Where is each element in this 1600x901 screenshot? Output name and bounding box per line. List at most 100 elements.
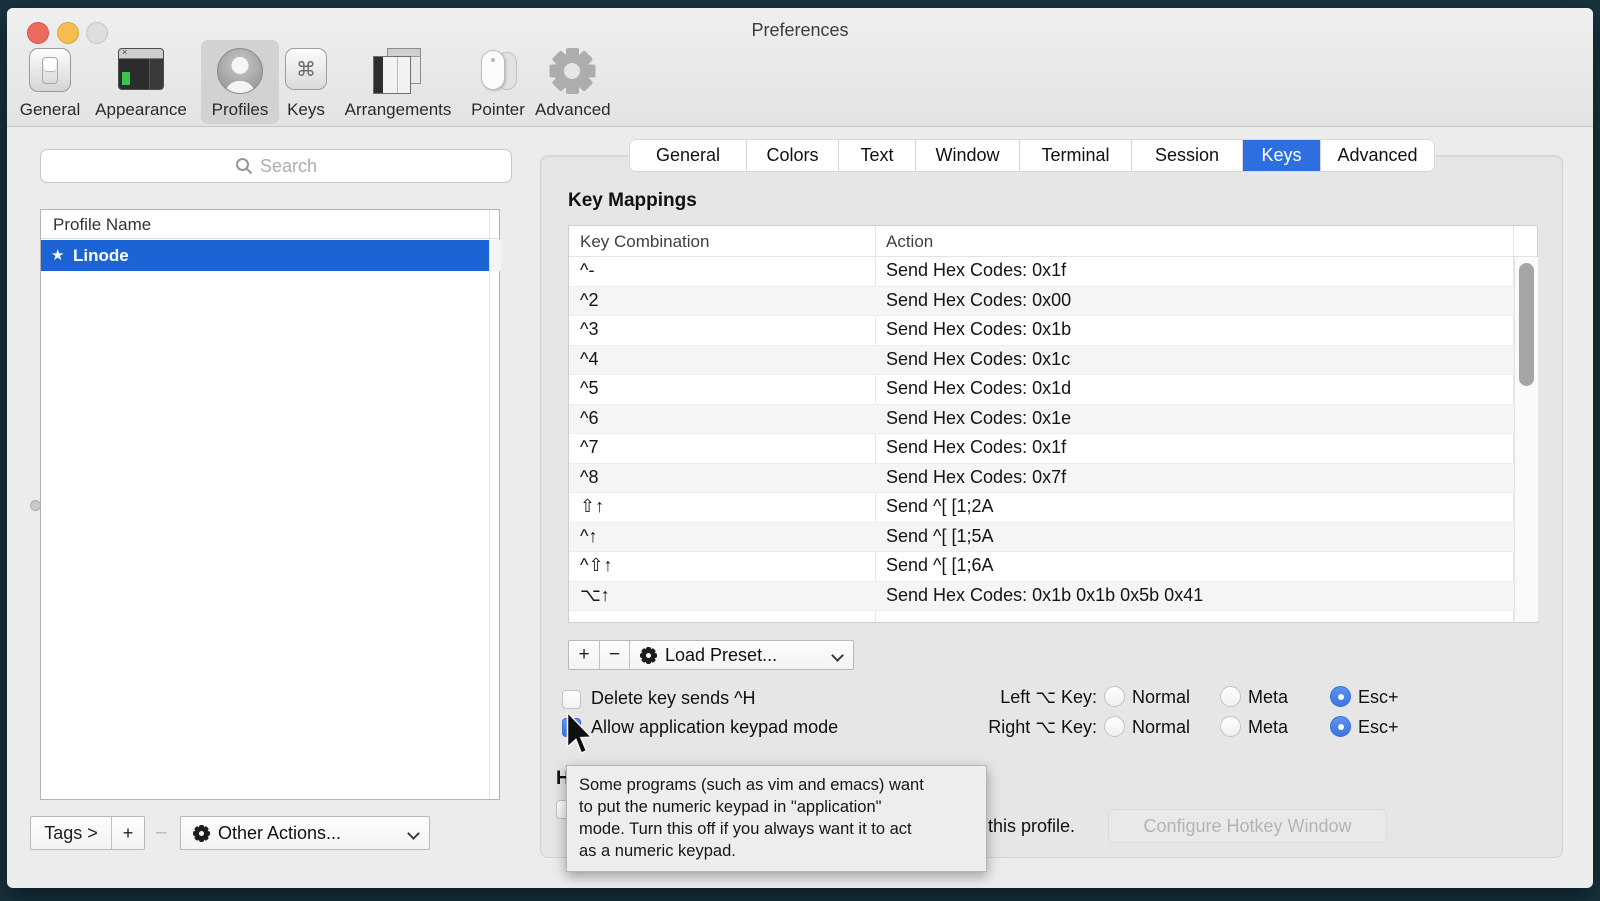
toolbar-label: Keys [283,100,329,120]
column-header-key-combination[interactable]: Key Combination [580,226,709,257]
table-row[interactable]: ^⇧↑Send ^[ [1;6A [569,552,1537,582]
configure-hotkey-window-button: Configure Hotkey Window [1108,809,1387,843]
key-mapping-buttons: + − Load Preset... [568,640,854,670]
tooltip-line: to put the numeric keypad in "applicatio… [579,796,976,818]
tags-button[interactable]: Tags > [31,817,111,849]
toolbar-item-keys[interactable]: ⌘ Keys [283,44,329,124]
other-actions-gear-icon [193,825,210,842]
profile-tabs: General Colors Text Window Terminal Sess… [630,140,1434,171]
table-row[interactable]: ^5Send Hex Codes: 0x1d [569,375,1537,405]
right-option-meta-label: Meta [1248,717,1288,738]
tab-session[interactable]: Session [1131,140,1242,171]
toolbar-label: Arrangements [337,100,459,120]
default-profile-star-icon: ★ [51,240,64,271]
add-profile-button[interactable]: + [111,817,144,849]
table-body: ^-Send Hex Codes: 0x1f ^2Send Hex Codes:… [569,257,1537,622]
pointer-mouse-icon [475,48,521,94]
preferences-window: Preferences General × Appearance Profile… [7,8,1593,888]
scrollbar-track[interactable] [1514,257,1538,621]
arrangements-windows-icon [373,48,423,94]
toolbar-label: Profiles [201,100,279,120]
profiles-person-icon [217,48,263,94]
toolbar-label: General [15,100,85,120]
toolbar-item-profiles[interactable]: Profiles [201,44,279,124]
table-row[interactable]: ^↑Send ^[ [1;5A [569,523,1537,553]
table-row[interactable]: ^2Send Hex Codes: 0x00 [569,287,1537,317]
toolbar-item-appearance[interactable]: × Appearance [93,44,189,124]
remove-profile-button: − [155,820,168,846]
column-header-action[interactable]: Action [886,226,933,257]
table-row[interactable]: ^8Send Hex Codes: 0x7f [569,464,1537,494]
load-preset-label: Load Preset... [665,645,777,666]
toolbar-label: Advanced [535,100,609,120]
other-actions-label: Other Actions... [218,823,341,844]
tab-text[interactable]: Text [838,140,915,171]
general-switch-icon [29,48,71,92]
tags-button-group: Tags > + [30,816,145,850]
right-option-normal-label: Normal [1132,717,1190,738]
search-placeholder: Search [260,156,317,177]
left-option-normal-label: Normal [1132,687,1190,708]
other-actions-dropdown[interactable]: Other Actions... [180,816,430,850]
load-preset-dropdown[interactable]: Load Preset... [629,641,853,669]
toolbar-label: Appearance [93,100,189,120]
toolbar-item-pointer[interactable]: Pointer [465,44,531,124]
toolbar-item-general[interactable]: General [15,44,85,124]
left-option-key-label: Left ⌥ Key: [957,687,1097,708]
left-option-normal-radio[interactable] [1104,686,1125,707]
keys-command-icon: ⌘ [285,48,327,90]
tooltip-line: Some programs (such as vim and emacs) wa… [579,774,976,796]
left-option-meta-radio[interactable] [1220,686,1241,707]
tab-colors[interactable]: Colors [746,140,838,171]
chevron-down-icon [408,828,419,839]
key-mappings-heading: Key Mappings [568,190,697,212]
advanced-gear-icon [549,48,595,94]
right-option-esc-label: Esc+ [1358,717,1399,738]
table-row[interactable]: ^4Send Hex Codes: 0x1c [569,346,1537,376]
toolbar-item-arrangements[interactable]: Arrangements [337,44,459,124]
profile-list-column-divider [489,210,490,799]
profile-list-column-header[interactable]: Profile Name [41,210,499,239]
tooltip-line: as a numeric keypad. [579,840,976,862]
toolbar-label: Pointer [465,100,531,120]
profile-list: Profile Name ★ Linode [40,209,500,800]
table-row[interactable]: ⌥↑Send Hex Codes: 0x1b 0x1b 0x5b 0x41 [569,582,1537,612]
right-option-key-label: Right ⌥ Key: [957,717,1097,738]
tab-advanced[interactable]: Advanced [1320,140,1434,171]
delete-key-sends-checkbox[interactable] [562,690,581,709]
profile-row-gutter [490,240,501,271]
delete-key-sends-label: Delete key sends ^H [591,688,756,709]
window-title: Preferences [7,20,1593,41]
chevron-down-icon [832,650,843,661]
table-row[interactable]: ^6Send Hex Codes: 0x1e [569,405,1537,435]
right-option-normal-radio[interactable] [1104,716,1125,737]
toolbar-item-advanced[interactable]: Advanced [535,44,609,124]
tab-terminal[interactable]: Terminal [1019,140,1131,171]
mouse-cursor-icon [563,711,593,761]
load-preset-gear-icon [640,647,657,664]
add-mapping-button[interactable]: + [569,641,599,669]
table-row[interactable]: ^3Send Hex Codes: 0x1b [569,316,1537,346]
tab-general[interactable]: General [630,140,746,171]
left-option-meta-label: Meta [1248,687,1288,708]
left-option-esc-label: Esc+ [1358,687,1399,708]
splitter-handle-dot[interactable] [30,500,41,511]
table-row[interactable]: ^7Send Hex Codes: 0x1f [569,434,1537,464]
table-row[interactable]: ⇧↑Send ^[ [1;2A [569,493,1537,523]
tab-window[interactable]: Window [915,140,1019,171]
right-option-meta-radio[interactable] [1220,716,1241,737]
table-row[interactable]: ^-Send Hex Codes: 0x1f [569,257,1537,287]
remove-mapping-button[interactable]: − [599,641,629,669]
left-option-esc-radio[interactable] [1330,686,1351,707]
table-header: Key Combination Action [569,226,1537,257]
hotkey-profile-text: this profile. [988,816,1075,837]
search-icon [235,157,253,175]
search-input[interactable]: Search [40,149,512,183]
tooltip-line: mode. Turn this off if you always want i… [579,818,976,840]
keypad-mode-tooltip: Some programs (such as vim and emacs) wa… [566,765,987,872]
right-option-esc-radio[interactable] [1330,716,1351,737]
scrollbar-thumb[interactable] [1519,263,1534,386]
tab-keys[interactable]: Keys [1242,140,1320,171]
profile-row-linode[interactable]: ★ Linode [41,240,489,271]
appearance-window-icon: × [118,48,164,90]
